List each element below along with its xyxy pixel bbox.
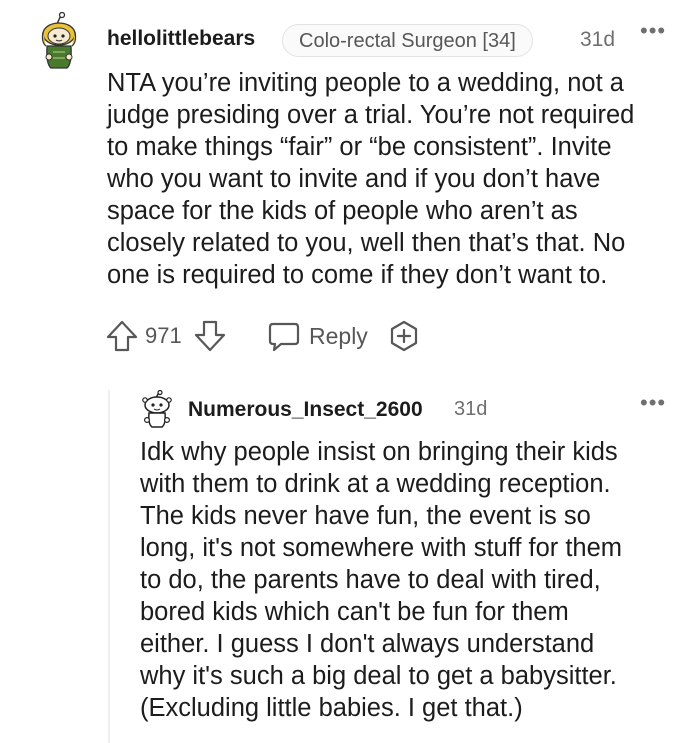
comment-line: to make things “fair” or “be consistent”… bbox=[107, 133, 612, 161]
reply-username[interactable]: Numerous_Insect_2600 bbox=[188, 398, 423, 422]
reply-line: (Excluding little babies. I get that.) bbox=[140, 694, 523, 722]
comment-line: closely related to you, well then that’s… bbox=[107, 229, 626, 257]
snoo-avatar-icon[interactable] bbox=[37, 12, 83, 70]
comment-line: NTA you’re inviting people to a wedding,… bbox=[107, 69, 624, 97]
more-options-icon[interactable]: ••• bbox=[640, 392, 666, 414]
reply-label: Reply bbox=[309, 322, 368, 349]
reply-line: either. I guess I don't always understan… bbox=[140, 630, 595, 658]
upvote-button[interactable] bbox=[105, 318, 139, 354]
comment-line: one is required to come if they don’t wa… bbox=[107, 261, 608, 289]
reply-line: Idk why people insist on bringing their … bbox=[140, 438, 618, 466]
snoo-avatar-icon[interactable] bbox=[140, 390, 174, 428]
reply-body: Idk why people insist on bringing their … bbox=[140, 436, 680, 724]
reply-line: with them to drink at a wedding receptio… bbox=[140, 470, 611, 498]
user-flair: Colo-rectal Surgeon [34] bbox=[282, 24, 533, 57]
comment-action-bar: 971 Reply bbox=[105, 318, 435, 358]
comment-timestamp: 31d bbox=[580, 28, 616, 51]
downvote-button[interactable] bbox=[193, 318, 227, 354]
award-plus-icon bbox=[390, 320, 418, 352]
reply-line: to do, the parents have to deal with tir… bbox=[140, 566, 601, 594]
reply-timestamp: 31d bbox=[454, 398, 488, 420]
more-options-icon[interactable]: ••• bbox=[640, 20, 666, 42]
reply-button[interactable]: Reply bbox=[267, 318, 368, 354]
reply-line: bored kids which can't be fun for them bbox=[140, 598, 569, 626]
reply-line: long, it's not somewhere with stuff for … bbox=[140, 534, 623, 562]
reply-line: why it's such a big deal to get a babysi… bbox=[140, 662, 617, 690]
thread-line[interactable] bbox=[108, 390, 110, 743]
reply-line: The kids never have fun, the event is so bbox=[140, 502, 591, 530]
comment-username[interactable]: hellolittlebears bbox=[107, 27, 255, 51]
comment-line: judge presiding over a trial. You’re not… bbox=[107, 101, 635, 129]
upvote-arrow-icon bbox=[106, 320, 138, 352]
speech-bubble-icon bbox=[268, 322, 300, 352]
comment-body: NTA you’re inviting people to a wedding,… bbox=[107, 67, 682, 291]
comment-line: who you want to invite and if you don’t … bbox=[107, 165, 601, 193]
downvote-arrow-icon bbox=[194, 320, 226, 352]
comment-line: space for the kids of people who aren’t … bbox=[107, 197, 578, 225]
vote-score: 971 bbox=[145, 323, 182, 348]
award-button[interactable] bbox=[387, 318, 421, 354]
